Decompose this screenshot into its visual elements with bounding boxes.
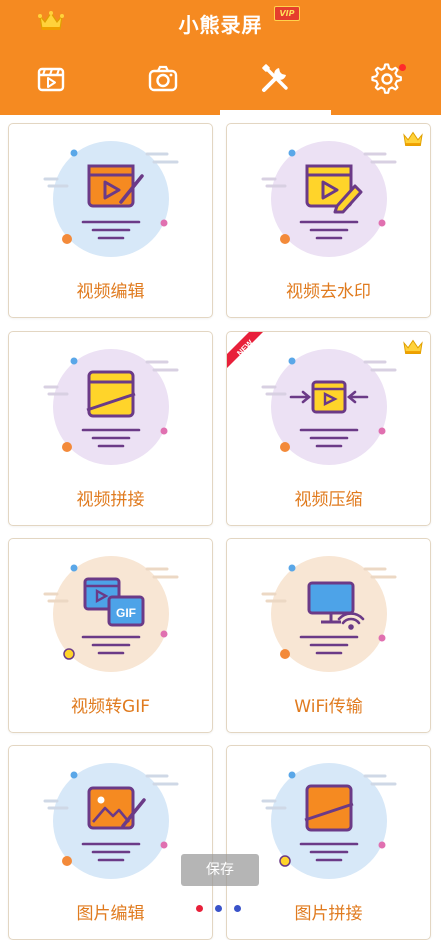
video-watermark-remove-icon (261, 141, 397, 257)
card-label: 图片拼接 (294, 904, 363, 924)
card-label: 视频去水印 (286, 282, 371, 302)
card-label: WiFi传输 (294, 697, 363, 717)
tab-camera[interactable] (146, 62, 180, 96)
gif-icon-text: GIF (116, 606, 136, 620)
card-video-to-gif[interactable]: GIF 视频转GIF (8, 538, 213, 733)
save-toast: 保存 (181, 854, 259, 886)
video-merge-icon (43, 349, 179, 465)
card-label: 视频压缩 (294, 490, 363, 510)
video-to-gif-icon: GIF (43, 556, 179, 672)
vip-badge[interactable]: VIP (274, 6, 300, 21)
notification-dot (399, 64, 406, 71)
clapperboard-icon (37, 67, 65, 92)
top-bar: 小熊录屏 VIP (0, 0, 441, 115)
card-label: 视频转GIF (71, 697, 150, 717)
crown-icon (403, 131, 423, 147)
wrench-screwdriver-icon (262, 64, 288, 92)
wifi-transfer-icon (261, 556, 397, 672)
pager-dot[interactable] (215, 905, 222, 912)
tab-video-list[interactable] (34, 62, 68, 96)
crown-icon (403, 339, 423, 355)
video-edit-icon (43, 141, 179, 257)
tab-tools[interactable] (258, 62, 292, 96)
card-video-watermark[interactable]: 视频去水印 (226, 123, 431, 318)
card-image-edit[interactable]: 图片编辑 (8, 745, 213, 940)
selected-tab-indicator (220, 110, 331, 115)
card-image-merge[interactable]: 图片拼接 (226, 745, 431, 940)
new-ribbon: NEW (227, 332, 263, 368)
card-label: 视频拼接 (76, 490, 145, 510)
card-label: 视频编辑 (76, 282, 145, 302)
pager-dots (196, 905, 244, 915)
app-title: 小熊录屏 (178, 13, 263, 37)
pager-dot-active[interactable] (196, 905, 203, 912)
card-video-compress[interactable]: NEW 视频压缩 (226, 331, 431, 526)
card-wifi-transfer[interactable]: WiFi传输 (226, 538, 431, 733)
card-video-merge[interactable]: 视频拼接 (8, 331, 213, 526)
camera-icon (148, 65, 178, 92)
card-video-edit[interactable]: 视频编辑 (8, 123, 213, 318)
pager-dot[interactable] (234, 905, 241, 912)
card-label: 图片编辑 (76, 904, 145, 924)
